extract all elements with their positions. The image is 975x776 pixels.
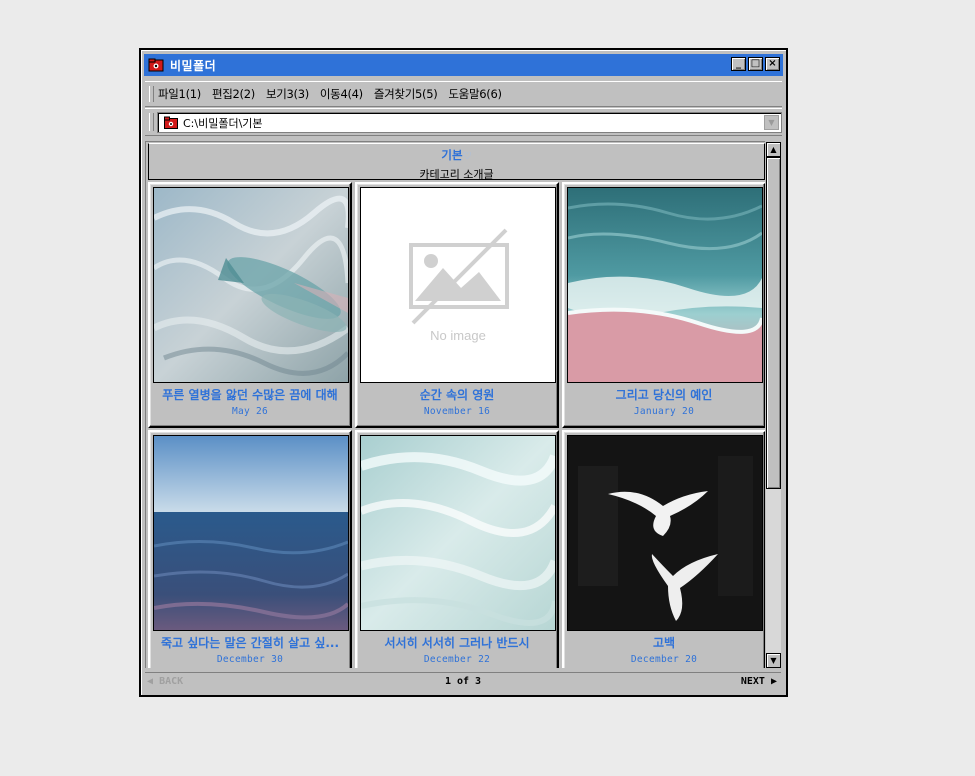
vertical-scrollbar[interactable]: ▲ ▼ bbox=[766, 142, 781, 668]
menu-grip bbox=[149, 86, 154, 102]
next-label: NEXT bbox=[740, 676, 765, 687]
scroll-thumb[interactable] bbox=[766, 157, 781, 489]
post-title[interactable]: 순간 속의 영원 bbox=[361, 386, 553, 403]
menu-view[interactable]: 보기3(3) bbox=[266, 86, 309, 102]
post-date: November 16 bbox=[423, 406, 491, 417]
maximize-button[interactable]: □ bbox=[748, 57, 763, 71]
menu-help[interactable]: 도움말6(6) bbox=[448, 86, 502, 102]
scroll-down-button[interactable]: ▼ bbox=[766, 653, 781, 668]
menu-file[interactable]: 파일1(1) bbox=[158, 86, 201, 102]
address-grip bbox=[149, 113, 154, 131]
category-description: 카테고리 소개글 bbox=[419, 168, 494, 181]
menu-edit[interactable]: 편집2(2) bbox=[212, 86, 255, 102]
no-image-label: No image bbox=[430, 328, 486, 343]
post-title[interactable]: 푸른 열병을 앓던 수많은 끔에 대해 bbox=[154, 386, 346, 403]
address-field[interactable]: C:\비밀폴더\기본 ▼ bbox=[157, 112, 782, 133]
post-date: May 26 bbox=[231, 406, 269, 417]
window-title: 비밀폴더 bbox=[170, 58, 217, 73]
post-thumbnail[interactable] bbox=[360, 435, 556, 631]
white-doves-image bbox=[568, 436, 762, 630]
post-card[interactable]: 그리고 당신의 예인 January 20 bbox=[562, 182, 765, 428]
close-button[interactable]: × bbox=[765, 57, 780, 71]
sea-horizon-image bbox=[154, 436, 348, 630]
title-bar[interactable]: 비밀폴더 _ □ × bbox=[144, 54, 783, 76]
category-header: 기본♡ 카테고리 소개글 bbox=[148, 143, 765, 181]
menu-favorites[interactable]: 즐겨찾기5(5) bbox=[374, 86, 438, 102]
post-card[interactable]: 푸른 열병을 앓던 수많은 끔에 대해 May 26 bbox=[148, 182, 352, 428]
scroll-up-button[interactable]: ▲ bbox=[766, 142, 781, 157]
waves-pink-sand-image bbox=[568, 188, 762, 382]
category-name-text[interactable]: 기본 bbox=[441, 148, 462, 162]
post-date: December 30 bbox=[216, 654, 284, 665]
post-thumbnail[interactable] bbox=[567, 435, 763, 631]
folder-icon bbox=[164, 116, 178, 129]
white-surf-image bbox=[361, 436, 555, 630]
content-pane: 기본♡ 카테고리 소개글 푸른 열병을 앓던 수많은 끔에 대해 May 26 … bbox=[145, 141, 765, 668]
pagination-bar: ◀ BACK 1 of 3 NEXT ▶ bbox=[145, 672, 781, 691]
window: 비밀폴더 _ □ × 파일1(1) 편집2(2) 보기3(3) 이동4(4) 즐… bbox=[139, 48, 788, 697]
post-thumbnail[interactable] bbox=[153, 435, 349, 631]
post-card[interactable]: 고백 December 20 bbox=[562, 430, 765, 668]
post-thumbnail[interactable] bbox=[153, 187, 349, 383]
category-name[interactable]: 기본♡ bbox=[149, 147, 764, 163]
next-button[interactable]: NEXT ▶ bbox=[741, 676, 777, 687]
fish-water-image bbox=[154, 188, 348, 382]
post-title[interactable]: 고백 bbox=[568, 634, 760, 651]
post-thumbnail[interactable]: No image bbox=[360, 187, 556, 383]
post-date: December 20 bbox=[630, 654, 698, 665]
post-date: January 20 bbox=[633, 406, 695, 417]
dropdown-arrow-icon[interactable]: ▼ bbox=[764, 115, 779, 130]
minimize-button[interactable]: _ bbox=[731, 57, 746, 71]
heart-icon: ♡ bbox=[462, 151, 472, 162]
folder-icon bbox=[148, 58, 164, 72]
no-image-icon bbox=[409, 228, 509, 325]
post-thumbnail[interactable] bbox=[567, 187, 763, 383]
address-path: C:\비밀폴더\기본 bbox=[183, 116, 263, 130]
post-card[interactable]: 서서히 서서히 그러나 반드시 December 22 bbox=[355, 430, 559, 668]
post-title[interactable]: 죽고 싶다는 말은 간절히 살고 싶... bbox=[154, 634, 346, 651]
page-indicator: 1 of 3 bbox=[444, 676, 482, 687]
menu-bar: 파일1(1) 편집2(2) 보기3(3) 이동4(4) 즐겨찾기5(5) 도움말… bbox=[145, 81, 782, 107]
menu-go[interactable]: 이동4(4) bbox=[320, 86, 363, 102]
post-title[interactable]: 그리고 당신의 예인 bbox=[568, 386, 760, 403]
post-date: December 22 bbox=[423, 654, 491, 665]
post-card[interactable]: No image 순간 속의 영원 November 16 bbox=[355, 182, 559, 428]
next-arrow-icon: ▶ bbox=[770, 676, 777, 687]
post-card[interactable]: 죽고 싶다는 말은 간절히 살고 싶... December 30 bbox=[148, 430, 352, 668]
address-bar: C:\비밀폴더\기본 ▼ bbox=[145, 108, 782, 136]
post-title[interactable]: 서서히 서서히 그러나 반드시 bbox=[361, 634, 553, 651]
